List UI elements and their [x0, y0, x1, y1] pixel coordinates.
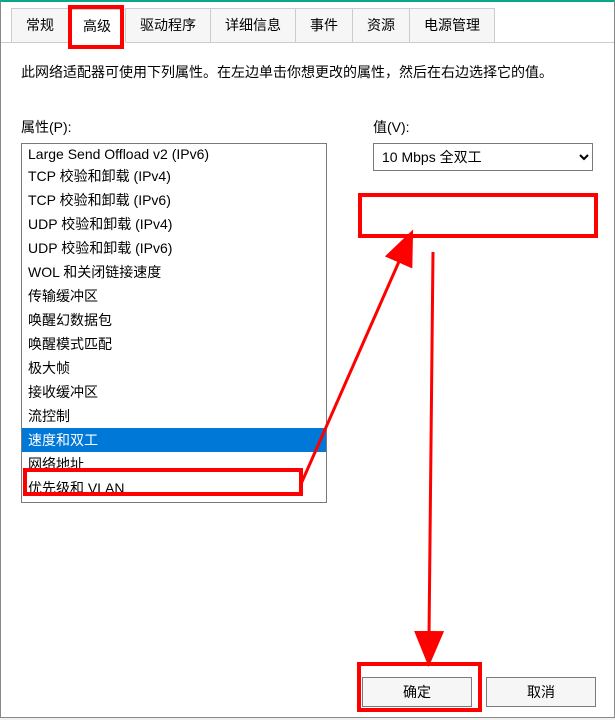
- property-item[interactable]: Large Send Offload v2 (IPv6): [22, 144, 326, 164]
- property-item[interactable]: 优先级和 VLAN: [22, 476, 326, 500]
- property-column: 属性(P): Large Send Offload v2 (IPv6)TCP 校…: [21, 117, 341, 503]
- property-item[interactable]: 唤醒模式匹配: [22, 332, 326, 356]
- description-text: 此网络适配器可使用下列属性。在左边单击你想更改的属性，然后在右边选择它的值。: [21, 61, 594, 85]
- value-select[interactable]: 10 Mbps 全双工: [373, 143, 593, 171]
- value-column: 值(V): 10 Mbps 全双工: [341, 117, 594, 503]
- value-label: 值(V):: [373, 117, 594, 137]
- property-item[interactable]: 网络地址: [22, 452, 326, 476]
- cancel-button[interactable]: 取消: [486, 677, 596, 707]
- property-item[interactable]: UDP 校验和卸载 (IPv4): [22, 212, 326, 236]
- tab-details[interactable]: 详细信息: [210, 8, 296, 42]
- property-item[interactable]: 极大帧: [22, 356, 326, 380]
- property-item[interactable]: UDP 校验和卸载 (IPv6): [22, 236, 326, 260]
- property-item[interactable]: TCP 校验和卸载 (IPv6): [22, 188, 326, 212]
- tab-advanced[interactable]: 高级: [68, 9, 126, 43]
- value-select-wrap: 10 Mbps 全双工: [373, 143, 593, 171]
- property-listbox[interactable]: Large Send Offload v2 (IPv6)TCP 校验和卸载 (I…: [21, 143, 327, 503]
- property-item[interactable]: 速度和双工: [22, 428, 326, 452]
- property-item[interactable]: 唤醒幻数据包: [22, 308, 326, 332]
- tab-driver[interactable]: 驱动程序: [125, 8, 211, 42]
- tab-resources[interactable]: 资源: [352, 8, 410, 42]
- tab-strip: 常规 高级 驱动程序 详细信息 事件 资源 电源管理: [1, 2, 614, 43]
- properties-dialog: 常规 高级 驱动程序 详细信息 事件 资源 电源管理 此网络适配器可使用下列属性…: [0, 0, 615, 718]
- tab-general[interactable]: 常规: [11, 8, 69, 42]
- property-item[interactable]: WOL 和关闭链接速度: [22, 260, 326, 284]
- property-item[interactable]: TCP 校验和卸载 (IPv4): [22, 164, 326, 188]
- property-item[interactable]: 接收缓冲区: [22, 380, 326, 404]
- tab-events[interactable]: 事件: [295, 8, 353, 42]
- tab-power[interactable]: 电源管理: [409, 8, 495, 42]
- property-item[interactable]: 传输缓冲区: [22, 284, 326, 308]
- property-item[interactable]: 流控制: [22, 404, 326, 428]
- tab-panel-advanced: 此网络适配器可使用下列属性。在左边单击你想更改的属性，然后在右边选择它的值。 属…: [1, 43, 614, 683]
- dialog-buttons: 确定 取消: [362, 677, 596, 707]
- ok-button[interactable]: 确定: [362, 677, 472, 707]
- settings-row: 属性(P): Large Send Offload v2 (IPv6)TCP 校…: [21, 117, 594, 503]
- property-label: 属性(P):: [21, 117, 341, 137]
